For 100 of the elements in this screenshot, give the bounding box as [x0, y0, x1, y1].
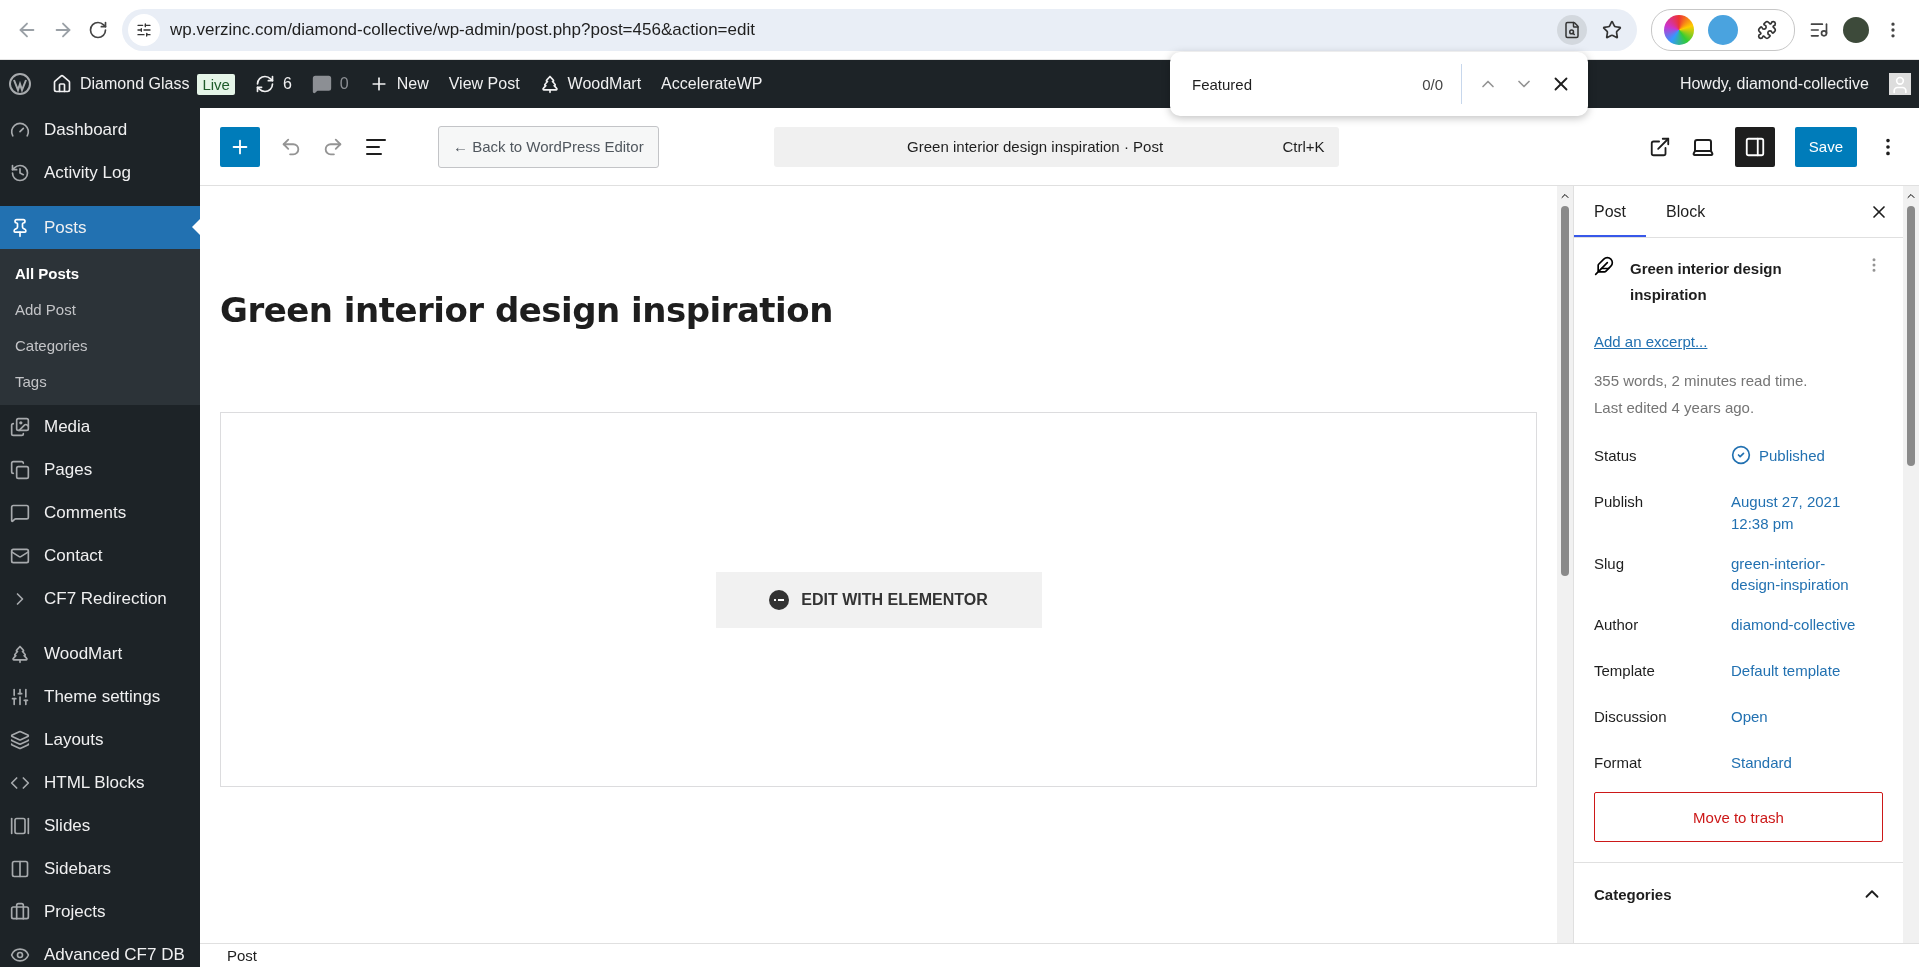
panel-tab[interactable]: Block: [1646, 186, 1726, 237]
reload-icon[interactable]: [88, 19, 108, 40]
admin-bar-link[interactable]: AccelerateWP: [661, 75, 763, 93]
add-block-button[interactable]: [220, 126, 260, 167]
sidebar-label: Contact: [44, 545, 103, 566]
save-button[interactable]: Save: [1794, 126, 1857, 167]
field-label: Format: [1594, 753, 1643, 771]
sidebar-label: Theme settings: [44, 686, 161, 707]
move-to-trash-button[interactable]: Move to trash: [1594, 792, 1883, 842]
back-to-editor-button[interactable]: ← Back to WordPress Editor: [438, 125, 659, 168]
post-stats-text: Last edited 4 years ago.: [1594, 398, 1756, 419]
check-circle-icon: [1731, 445, 1751, 465]
media-icon: [10, 416, 30, 437]
columns-icon: [10, 858, 30, 879]
field-label: Slug: [1594, 553, 1626, 572]
field-value-link[interactable]: Open: [1731, 702, 1869, 728]
sidebar-label: Layouts: [44, 729, 104, 750]
live-badge: Live: [197, 73, 235, 95]
field-value-link[interactable]: Default template: [1731, 656, 1869, 682]
address-bar[interactable]: wp.verzinc.com/diamond-collective/wp-admin/post.php?post=456&action=edit: [122, 8, 1637, 51]
admin-bar-text: 6: [282, 75, 292, 93]
admin-bar-text: WoodMart: [567, 75, 642, 93]
layers-icon: [10, 729, 30, 750]
sidebar-label: Activity Log: [44, 162, 131, 183]
submenu-item[interactable]: Tags: [0, 363, 200, 399]
command-bar[interactable]: Green interior design inspiration · Post Ctrl+K: [773, 126, 1339, 167]
sidebar-item[interactable]: Advanced CF7 DB: [0, 933, 200, 967]
field-label: Status: [1594, 446, 1638, 464]
elementor-logo-icon: [769, 589, 790, 610]
sidebar-item[interactable]: Media: [0, 405, 200, 448]
edit-with-elementor-button[interactable]: EDIT WITH ELEMENTOR: [715, 571, 1042, 628]
tree-icon[interactable]: [539, 74, 560, 94]
sidebar-item[interactable]: WoodMart: [0, 632, 200, 675]
excerpt-link[interactable]: Add an excerpt...: [1594, 332, 1883, 350]
external-link-icon[interactable]: [1648, 135, 1671, 158]
sidebar-toggle-icon[interactable]: [1734, 126, 1775, 167]
admin-bar-text: 0: [339, 75, 349, 93]
match-count: 0/0: [1422, 64, 1462, 104]
sidebar-item[interactable]: HTML Blocks: [0, 761, 200, 804]
refresh-icon[interactable]: [254, 74, 275, 94]
pin-icon: [10, 217, 30, 238]
sidebar-item[interactable]: Layouts: [0, 718, 200, 761]
history-icon: [10, 162, 30, 183]
sidebar-label: Posts: [44, 217, 87, 238]
pages-icon: [10, 459, 30, 480]
sidebar-label: WoodMart: [44, 643, 123, 664]
site-settings-icon[interactable]: [128, 13, 160, 46]
sidebar-label: Advanced CF7 DB: [44, 944, 185, 965]
sidebar-item[interactable]: Pages: [0, 448, 200, 491]
field-value-link[interactable]: diamond-collective: [1731, 610, 1869, 636]
scroll-thumb[interactable]: [1561, 206, 1569, 576]
field-label: Template: [1594, 661, 1656, 679]
sidebar-label: Pages: [44, 459, 93, 480]
sidebar-item[interactable]: Slides: [0, 804, 200, 847]
sidebar-item[interactable]: Theme settings: [0, 675, 200, 718]
sidebar-label: Dashboard: [44, 119, 128, 140]
comment-icon[interactable]: [311, 74, 332, 94]
url-text: wp.verzinc.com/diamond-collective/wp-admin/post.php?post=456&action=edit: [170, 19, 756, 40]
sidebar-item[interactable]: Projects: [0, 890, 200, 933]
sidebar-label: Comments: [44, 502, 127, 523]
sidebar-item[interactable]: Sidebars: [0, 847, 200, 890]
sidebar-item[interactable]: Activity Log: [0, 151, 200, 194]
scrollbar[interactable]: [1903, 186, 1919, 943]
submenu-item[interactable]: Categories: [0, 327, 200, 363]
sidebar-item[interactable]: Posts: [0, 206, 200, 249]
field-value-link[interactable]: green-interior-design-inspiration: [1731, 548, 1869, 596]
field-value-link[interactable]: Standard: [1731, 748, 1869, 774]
sidebar-item[interactable]: Dashboard: [0, 108, 200, 151]
wordpress-logo-icon[interactable]: [8, 72, 32, 96]
post-stats-text: 355 words, 2 minutes read time.: [1594, 370, 1809, 391]
find-icon[interactable]: [1557, 14, 1587, 45]
sidebar-label: Slides: [44, 815, 91, 836]
sidebar-item[interactable]: Comments: [0, 491, 200, 534]
field-value-link[interactable]: August 27, 2021 12:38 pm: [1731, 487, 1869, 535]
scrollbar[interactable]: [1557, 186, 1573, 943]
post-title[interactable]: Green interior design inspiration: [220, 290, 1537, 330]
field-label: Publish: [1594, 492, 1645, 510]
feather-icon: [1594, 256, 1614, 276]
scroll-thumb[interactable]: [1907, 206, 1915, 466]
field-label: Discussion: [1594, 707, 1668, 725]
howdy-link[interactable]: Howdy, diamond-collective: [1679, 75, 1869, 93]
admin-bar-text: New: [396, 75, 429, 93]
status-link[interactable]: Published: [1731, 441, 1869, 467]
field-label: Author: [1594, 615, 1640, 633]
home-icon[interactable]: [52, 74, 72, 94]
extension-icon[interactable]: [1664, 14, 1694, 45]
find-input[interactable]: Featured: [1190, 74, 1407, 94]
sidebar-label: Sidebars: [44, 858, 112, 879]
admin-bar-link[interactable]: View Post: [448, 75, 520, 93]
submenu-item[interactable]: All Posts: [0, 255, 200, 291]
sidebar-item[interactable]: CF7 Redirection: [0, 577, 200, 620]
comment-icon: [10, 502, 30, 523]
sidebar-item[interactable]: Contact: [0, 534, 200, 577]
extension-icon[interactable]: [1708, 14, 1738, 45]
breadcrumb[interactable]: Post: [227, 947, 257, 964]
post-summary-title: Green interior design inspiration: [1630, 259, 1783, 306]
profile-avatar[interactable]: [1843, 16, 1869, 43]
tree-icon: [10, 643, 30, 664]
submenu-item[interactable]: Add Post: [0, 291, 200, 327]
panel-tab[interactable]: Post: [1574, 186, 1646, 237]
